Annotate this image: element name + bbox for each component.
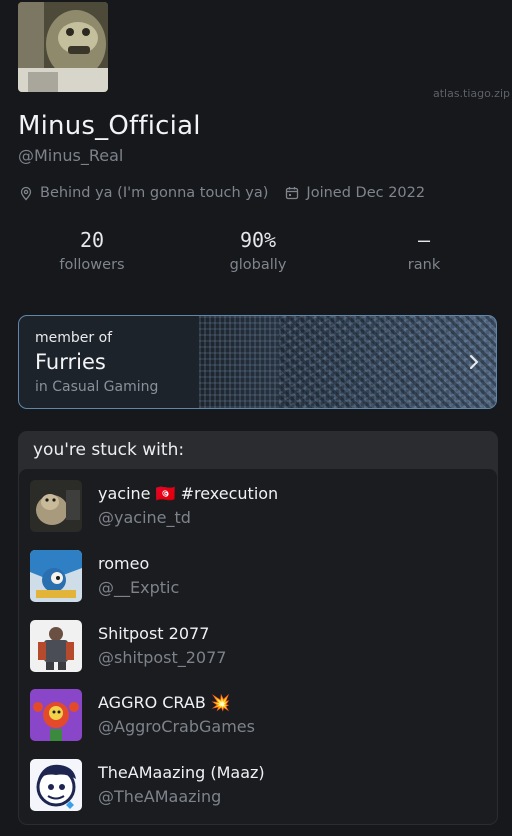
stat-followers-label: followers: [59, 257, 125, 273]
list-item[interactable]: yacine 🇹🇳 #rexecution @yacine_td: [30, 480, 480, 534]
user-handle: @AggroCrabGames: [98, 717, 255, 736]
location-pin-icon: [18, 185, 34, 201]
user-name: TheAMaazing (Maaz): [98, 763, 265, 782]
stat-followers[interactable]: 20 followers: [27, 227, 157, 273]
profile-stats: 20 followers 90% globally — rank: [10, 227, 510, 279]
user-avatar: [30, 550, 82, 602]
chevron-right-icon: [466, 352, 482, 372]
membership-label: member of: [35, 330, 113, 346]
display-name: Minus_Official: [18, 111, 201, 141]
list-item[interactable]: romeo @__Exptic: [30, 550, 480, 604]
user-avatar: [30, 689, 82, 741]
profile-page: atlas.tiago.zip Minus_Official @Minus_Re…: [0, 0, 512, 836]
user-name: Shitpost 2077: [98, 624, 210, 643]
community-name: Furries: [35, 350, 106, 374]
stat-followers-value: 20: [79, 228, 105, 252]
list-item[interactable]: TheAMaazing (Maaz) @TheAMaazing: [30, 759, 480, 813]
user-name: romeo: [98, 554, 150, 573]
stat-globally: 90% globally: [193, 227, 323, 273]
list-item[interactable]: Shitpost 2077 @shitpost_2077: [30, 620, 480, 674]
profile-meta: Behind ya (I'm gonna touch ya) Joined De…: [18, 185, 425, 201]
stuck-with-card: you're stuck with: yacine 🇹🇳 #rexecution…: [18, 431, 498, 825]
joined-date: Joined Dec 2022: [306, 185, 426, 201]
stat-rank-label: rank: [407, 257, 441, 273]
calendar-icon: [284, 185, 300, 201]
user-handle: @shitpost_2077: [98, 648, 227, 667]
stuck-with-list: yacine 🇹🇳 #rexecution @yacine_td romeo @…: [19, 469, 497, 824]
community-category: in Casual Gaming: [35, 379, 159, 395]
stat-globally-value: 90%: [239, 228, 277, 252]
stat-globally-label: globally: [229, 257, 287, 273]
user-avatar: [30, 620, 82, 672]
list-item[interactable]: AGGRO CRAB 💥 @AggroCrabGames: [30, 689, 480, 743]
user-avatar: [30, 480, 82, 532]
stuck-with-title: you're stuck with:: [33, 440, 185, 460]
user-handle: @TheAMaazing: [98, 787, 222, 806]
user-handle: @yacine_td: [98, 508, 191, 527]
user-avatar: [30, 759, 82, 811]
user-name: AGGRO CRAB 💥: [98, 693, 231, 712]
membership-card[interactable]: member of Furries in Casual Gaming: [18, 315, 497, 409]
user-handle: @__Exptic: [98, 578, 180, 597]
profile-avatar[interactable]: [18, 2, 108, 92]
stat-rank: — rank: [359, 227, 489, 273]
user-handle: @Minus_Real: [18, 146, 124, 165]
avatar-image: [18, 2, 108, 92]
location-text: Behind ya (I'm gonna touch ya): [40, 185, 269, 201]
user-name: yacine 🇹🇳 #rexecution: [98, 484, 279, 503]
stat-rank-value: —: [417, 228, 431, 252]
watermark: atlas.tiago.zip: [432, 87, 510, 100]
